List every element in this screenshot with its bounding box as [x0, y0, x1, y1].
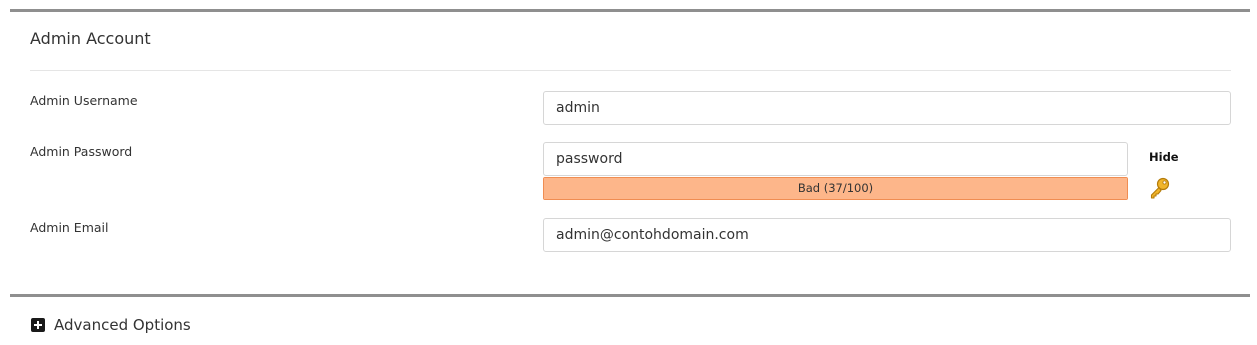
username-label: Admin Username [30, 93, 138, 108]
email-label: Admin Email [30, 220, 109, 235]
password-strength-text: Bad (37/100) [797, 181, 874, 195]
password-strength-bar: Bad (37/100) [543, 177, 1128, 200]
advanced-options-toggle[interactable]: Advanced Options [31, 314, 191, 336]
password-label: Admin Password [30, 144, 133, 159]
username-input[interactable] [543, 91, 1231, 125]
top-divider [10, 9, 1250, 12]
bottom-divider [10, 294, 1250, 297]
hide-password-link[interactable]: Hide [1149, 150, 1179, 164]
advanced-options-label: Advanced Options [54, 316, 191, 334]
section-title: Admin Account [30, 29, 151, 48]
header-divider [30, 70, 1231, 71]
email-input[interactable] [543, 218, 1231, 252]
plus-square-icon [31, 318, 45, 332]
password-input[interactable] [543, 142, 1128, 176]
key-icon[interactable] [1148, 177, 1170, 201]
